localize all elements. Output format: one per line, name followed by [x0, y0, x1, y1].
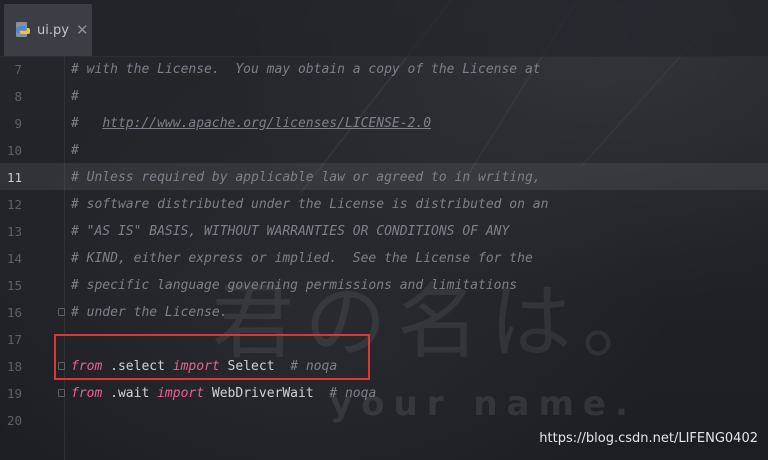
code-text: # with the License. You may obtain a cop…: [71, 56, 541, 83]
code-line[interactable]: 16 # under the License.: [0, 299, 768, 326]
line-number: 20: [6, 413, 22, 428]
line-number: 11: [6, 170, 22, 185]
annotation-highlight-box: [54, 334, 370, 380]
comment-token: # "AS IS" BASIS, WITHOUT WARRANTIES OR C…: [71, 224, 510, 239]
comment-token: # with the License. You may obtain a cop…: [71, 62, 541, 77]
line-number: 12: [6, 197, 22, 212]
code-text: # specific language governing permission…: [71, 272, 517, 299]
code-line[interactable]: 14 # KIND, either express or implied. See…: [0, 245, 768, 272]
line-number: 10: [6, 143, 22, 158]
code-line[interactable]: 19 from .wait import WebDriverWait # noqa: [0, 380, 768, 407]
code-line[interactable]: 20: [0, 407, 768, 434]
close-icon[interactable]: ✕: [76, 22, 89, 38]
line-number: 13: [6, 224, 22, 239]
comment-token: #: [71, 89, 79, 104]
code-text: # "AS IS" BASIS, WITHOUT WARRANTIES OR C…: [71, 218, 509, 245]
tab-label: ui.py: [37, 22, 69, 38]
keyword-token: from: [71, 386, 103, 401]
code-text: # under the License.: [71, 299, 228, 326]
comment-token: #: [71, 116, 103, 131]
code-line[interactable]: 10 #: [0, 137, 768, 164]
fold-marker-icon[interactable]: [58, 389, 65, 397]
line-number: 9: [14, 116, 22, 131]
line-number: 19: [6, 386, 22, 401]
fold-marker-icon[interactable]: [58, 308, 65, 316]
line-number: 16: [6, 305, 22, 320]
code-line[interactable]: 9 # http://www.apache.org/licenses/LICENS…: [0, 110, 768, 137]
line-number: 14: [6, 251, 22, 266]
comment-token: # specific language governing permission…: [71, 278, 518, 293]
identifier-token: .wait: [102, 386, 158, 401]
keyword-token: import: [157, 386, 205, 401]
comment-token: # software distributed under the License…: [71, 197, 549, 212]
comment-token: # under the License.: [71, 305, 228, 320]
comment-token: # KIND, either express or implied. See t…: [71, 251, 533, 266]
line-number: 15: [6, 278, 22, 293]
comment-token: # noqa: [329, 386, 377, 401]
python-file-icon: [16, 22, 30, 37]
code-line[interactable]: 12 # software distributed under the Licen…: [0, 191, 768, 218]
code-line[interactable]: 11 # Unless required by applicable law or…: [0, 164, 768, 191]
line-number: 17: [6, 332, 22, 347]
code-text: #: [71, 83, 79, 110]
code-line[interactable]: 13 # "AS IS" BASIS, WITHOUT WARRANTIES OR…: [0, 218, 768, 245]
source-watermark: https://blog.csdn.net/LIFENG0402: [539, 431, 758, 446]
code-text: #: [71, 137, 79, 164]
comment-token: # Unless required by applicable law or a…: [71, 170, 541, 185]
tab-ui-py[interactable]: ui.py ✕: [4, 4, 92, 56]
code-line[interactable]: 15 # specific language governing permissi…: [0, 272, 768, 299]
line-number: 8: [14, 89, 22, 104]
identifier-token: WebDriverWait: [204, 386, 330, 401]
url-link[interactable]: http://www.apache.org/licenses/LICENSE-2…: [102, 116, 431, 131]
code-text: # software distributed under the License…: [71, 191, 548, 218]
code-text: from .wait import WebDriverWait # noqa: [71, 380, 376, 407]
code-text: # Unless required by applicable law or a…: [71, 164, 541, 191]
code-line[interactable]: 7 # with the License. You may obtain a co…: [0, 56, 768, 83]
code-text: # http://www.apache.org/licenses/LICENSE…: [71, 110, 431, 137]
code-text: # KIND, either express or implied. See t…: [71, 245, 533, 272]
comment-token: #: [71, 143, 79, 158]
editor-tab-bar: ui.py ✕: [0, 0, 768, 57]
code-line[interactable]: 8 #: [0, 83, 768, 110]
line-number: 7: [14, 62, 22, 77]
line-number: 18: [6, 359, 22, 374]
